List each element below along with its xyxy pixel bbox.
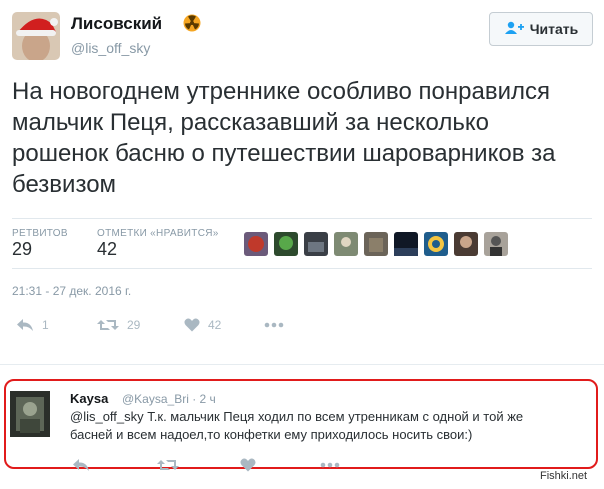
liker-avatar[interactable] <box>244 232 268 256</box>
likes-count: 42 <box>97 239 118 259</box>
reply-count: 1 <box>42 318 49 332</box>
like-count: 42 <box>208 318 222 332</box>
reply-meta: @Kaysa_Bri · 2 ч <box>122 392 216 406</box>
heart-icon <box>184 318 200 332</box>
radiation-badge-icon <box>183 14 201 32</box>
follow-user-icon <box>504 21 524 38</box>
liker-avatar[interactable] <box>274 232 298 256</box>
retweets-count: 29 <box>12 239 33 259</box>
reply-text-line2: басней и всем надоел,то конфетки ему при… <box>70 427 473 442</box>
reply-more-button[interactable] <box>320 462 340 468</box>
likes-label: ОТМЕТКИ «НРАВИТСЯ» <box>97 228 219 239</box>
follow-button[interactable]: Читать <box>489 12 593 46</box>
tweet-text: На новогоднем утреннике особливо понрави… <box>12 78 556 198</box>
author-name[interactable]: Лисовский <box>71 14 162 34</box>
reply-author-name[interactable]: Kaysa <box>70 391 108 406</box>
retweet-button[interactable]: 29 <box>97 318 140 332</box>
more-icon <box>320 462 340 468</box>
stats-divider-bottom <box>12 268 592 269</box>
reply-button[interactable]: 1 <box>16 318 49 332</box>
section-divider <box>0 364 604 365</box>
reply-line-1: @lis_off_sky Т.к. мальчик Пеця ходил по … <box>70 408 590 426</box>
retweets-label: РЕТВИТОВ <box>12 228 68 239</box>
more-button[interactable] <box>264 322 284 328</box>
watermark: Fishki.net <box>540 470 588 482</box>
reply-reply-button[interactable] <box>72 458 90 472</box>
reply-retweet-button[interactable] <box>157 458 179 472</box>
reply-icon <box>16 318 34 332</box>
like-button[interactable]: 42 <box>184 318 221 332</box>
liker-avatar[interactable] <box>424 232 448 256</box>
liker-avatar[interactable] <box>394 232 418 256</box>
liker-avatar[interactable] <box>454 232 478 256</box>
likes-stat[interactable]: ОТМЕТКИ «НРАВИТСЯ» 42 <box>97 228 219 260</box>
reply-icon <box>72 458 90 472</box>
follow-label: Читать <box>529 21 579 37</box>
liker-avatar[interactable] <box>304 232 328 256</box>
reply-text-line1: Т.к. мальчик Пеця ходил по всем утренник… <box>143 409 524 424</box>
stats-divider-top <box>12 218 592 219</box>
retweets-stat[interactable]: РЕТВИТОВ 29 <box>12 228 68 260</box>
liker-avatar[interactable] <box>484 232 508 256</box>
more-icon <box>264 322 284 328</box>
heart-icon <box>240 458 256 472</box>
author-avatar[interactable] <box>12 12 60 60</box>
retweet-count: 29 <box>127 318 141 332</box>
retweet-icon <box>97 318 119 332</box>
reply-like-button[interactable] <box>240 458 256 472</box>
reply-time[interactable]: · 2 ч <box>192 392 216 406</box>
reply-avatar[interactable] <box>10 391 50 437</box>
tweet-timestamp[interactable]: 21:31 - 27 дек. 2016 г. <box>12 284 131 298</box>
author-handle[interactable]: @lis_off_sky <box>71 40 150 56</box>
reply-author-handle[interactable]: @Kaysa_Bri <box>122 392 189 406</box>
liker-avatar[interactable] <box>364 232 388 256</box>
retweet-icon <box>157 458 179 472</box>
reply-mention[interactable]: @lis_off_sky <box>70 409 144 424</box>
liker-avatar[interactable] <box>334 232 358 256</box>
reply-text: @lis_off_sky Т.к. мальчик Пеця ходил по … <box>70 408 590 444</box>
